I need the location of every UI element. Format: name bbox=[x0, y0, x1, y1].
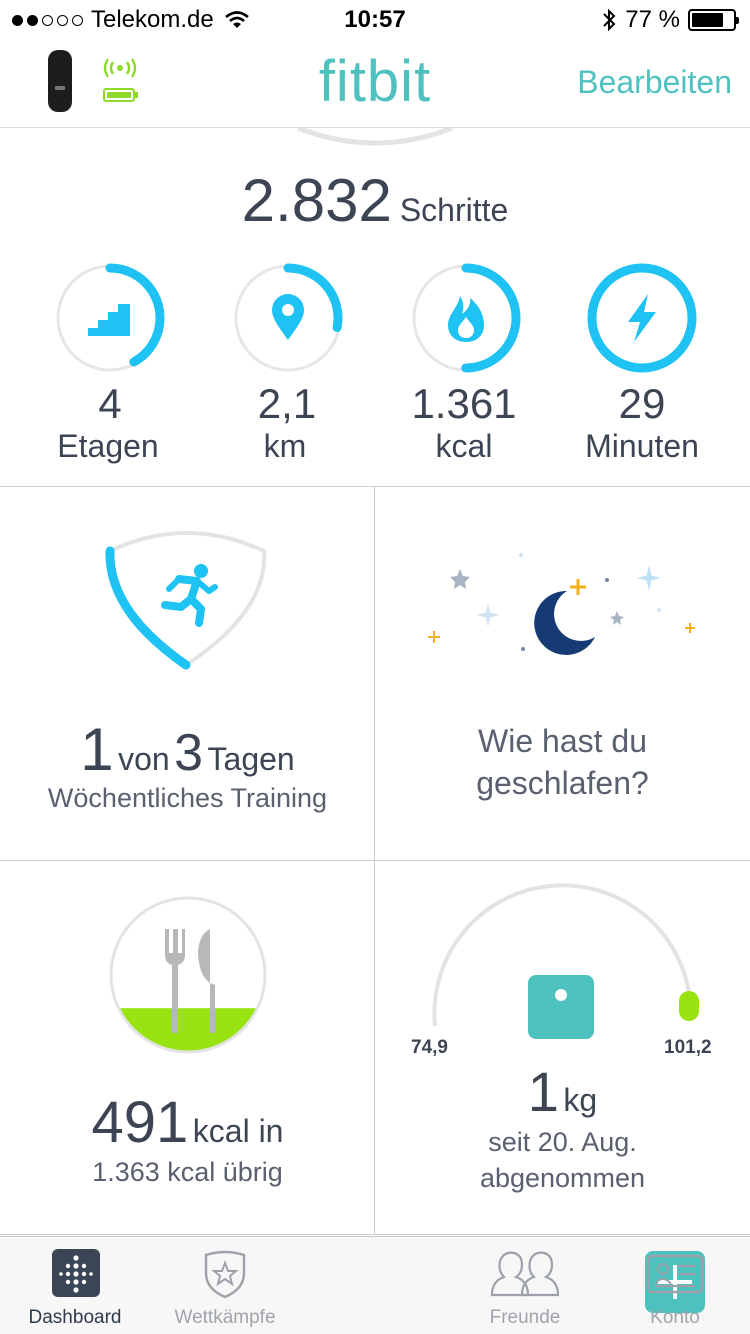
food-calories-unit: kcal in bbox=[192, 1113, 284, 1149]
exercise-progress: 1 von 3 Tagen bbox=[0, 715, 375, 784]
tracker-device-icon[interactable] bbox=[48, 50, 72, 112]
tab-account[interactable]: Konto bbox=[600, 1237, 750, 1334]
food-tile[interactable]: 491 kcal in 1.363 kcal übrig bbox=[0, 861, 375, 1235]
tab-account-label: Konto bbox=[650, 1307, 700, 1328]
dashboard-screen: Telekom.de 10:57 77 % fitbit Bearbeiten bbox=[0, 0, 750, 1334]
app-header: fitbit Bearbeiten bbox=[0, 40, 750, 128]
sleep-question-line2: geschlafen? bbox=[476, 765, 649, 801]
steps-unit: Schritte bbox=[399, 192, 509, 228]
dashboard-icon bbox=[52, 1249, 100, 1297]
stairs-icon bbox=[88, 304, 130, 336]
weight-unit: kg bbox=[563, 1082, 598, 1118]
distance-unit: km bbox=[263, 428, 307, 464]
weight-lost: 1 kg bbox=[375, 1059, 750, 1124]
exercise-tile[interactable]: 1 von 3 Tagen Wöchentliches Training bbox=[0, 487, 375, 861]
active-minutes-ring[interactable] bbox=[586, 262, 698, 374]
trophy-shield-icon bbox=[204, 1250, 246, 1299]
tab-bar: Dashboard Wettkämpfe Freunde Konto bbox=[0, 1236, 750, 1334]
exercise-subtitle: Wöchentliches Training bbox=[47, 783, 328, 813]
friends-icon bbox=[490, 1251, 560, 1297]
floors-value: 4 bbox=[98, 380, 122, 427]
food-intake: 491 kcal in bbox=[0, 1089, 375, 1156]
food-remaining: 1.363 kcal übrig bbox=[92, 1157, 283, 1187]
tab-dashboard-label: Dashboard bbox=[28, 1307, 122, 1328]
distance-ring[interactable] bbox=[232, 262, 344, 374]
food-calories-value: 491 bbox=[91, 1090, 189, 1155]
calories-ring[interactable] bbox=[410, 262, 522, 374]
dashboard-tiles: 1 von 3 Tagen Wöchentliches Training Wie… bbox=[0, 486, 750, 1236]
tab-challenges-label: Wettkämpfe bbox=[174, 1307, 276, 1328]
status-right: 77 % bbox=[601, 6, 739, 34]
tab-friends-label: Freunde bbox=[489, 1307, 561, 1328]
sleep-tile[interactable]: Wie hast du geschlafen? bbox=[375, 487, 750, 861]
steps-summary[interactable]: 2.832 Schritte bbox=[0, 166, 750, 235]
exercise-count: 1 bbox=[80, 716, 114, 783]
weight-since: seit 20. Aug. bbox=[488, 1127, 637, 1157]
weight-lost-label: abgenommen bbox=[479, 1163, 646, 1193]
lightning-icon bbox=[628, 294, 656, 342]
fork-knife-icon bbox=[165, 929, 215, 1033]
floors-unit: Etagen bbox=[57, 428, 159, 464]
flame-icon bbox=[448, 296, 484, 342]
exercise-total: 3 bbox=[174, 724, 204, 782]
battery-icon bbox=[688, 9, 739, 31]
id-card-icon bbox=[646, 1254, 704, 1294]
floors-ring[interactable] bbox=[54, 262, 166, 374]
tracker-battery-icon bbox=[103, 88, 138, 102]
weight-min-label: 74,9 bbox=[411, 1037, 448, 1058]
tab-add[interactable] bbox=[300, 1237, 705, 1334]
active-minutes-unit: Minuten bbox=[585, 428, 699, 464]
scale-icon bbox=[528, 975, 594, 1039]
distance-value: 2,1 bbox=[257, 380, 317, 427]
calories-value: 1.361 bbox=[411, 380, 517, 427]
exercise-unit: Tagen bbox=[207, 741, 295, 777]
steps-ring-arc bbox=[297, 128, 453, 146]
tab-challenges[interactable]: Wettkämpfe bbox=[150, 1237, 300, 1334]
weight-max-label: 101,2 bbox=[664, 1037, 712, 1058]
edit-button[interactable]: Bearbeiten bbox=[577, 64, 732, 101]
status-bar: Telekom.de 10:57 77 % bbox=[0, 0, 750, 40]
moon-icon bbox=[534, 590, 595, 655]
sync-signal-icon bbox=[103, 58, 137, 78]
bluetooth-icon bbox=[603, 8, 616, 32]
exercise-von: von bbox=[118, 741, 170, 777]
active-minutes-value: 29 bbox=[618, 380, 666, 427]
steps-value: 2.832 bbox=[241, 167, 392, 234]
runner-icon bbox=[161, 564, 218, 627]
location-pin-icon bbox=[272, 294, 304, 340]
tab-dashboard[interactable]: Dashboard bbox=[0, 1237, 150, 1334]
battery-percentage: 77 % bbox=[625, 6, 680, 33]
sleep-question-line1: Wie hast du bbox=[478, 723, 647, 759]
calories-unit: kcal bbox=[435, 428, 493, 464]
weight-tile[interactable]: 74,9 101,2 1 kg seit 20. Aug. abgenommen bbox=[375, 861, 750, 1235]
weight-value: 1 bbox=[527, 1060, 559, 1123]
tab-friends[interactable]: Freunde bbox=[450, 1237, 600, 1334]
